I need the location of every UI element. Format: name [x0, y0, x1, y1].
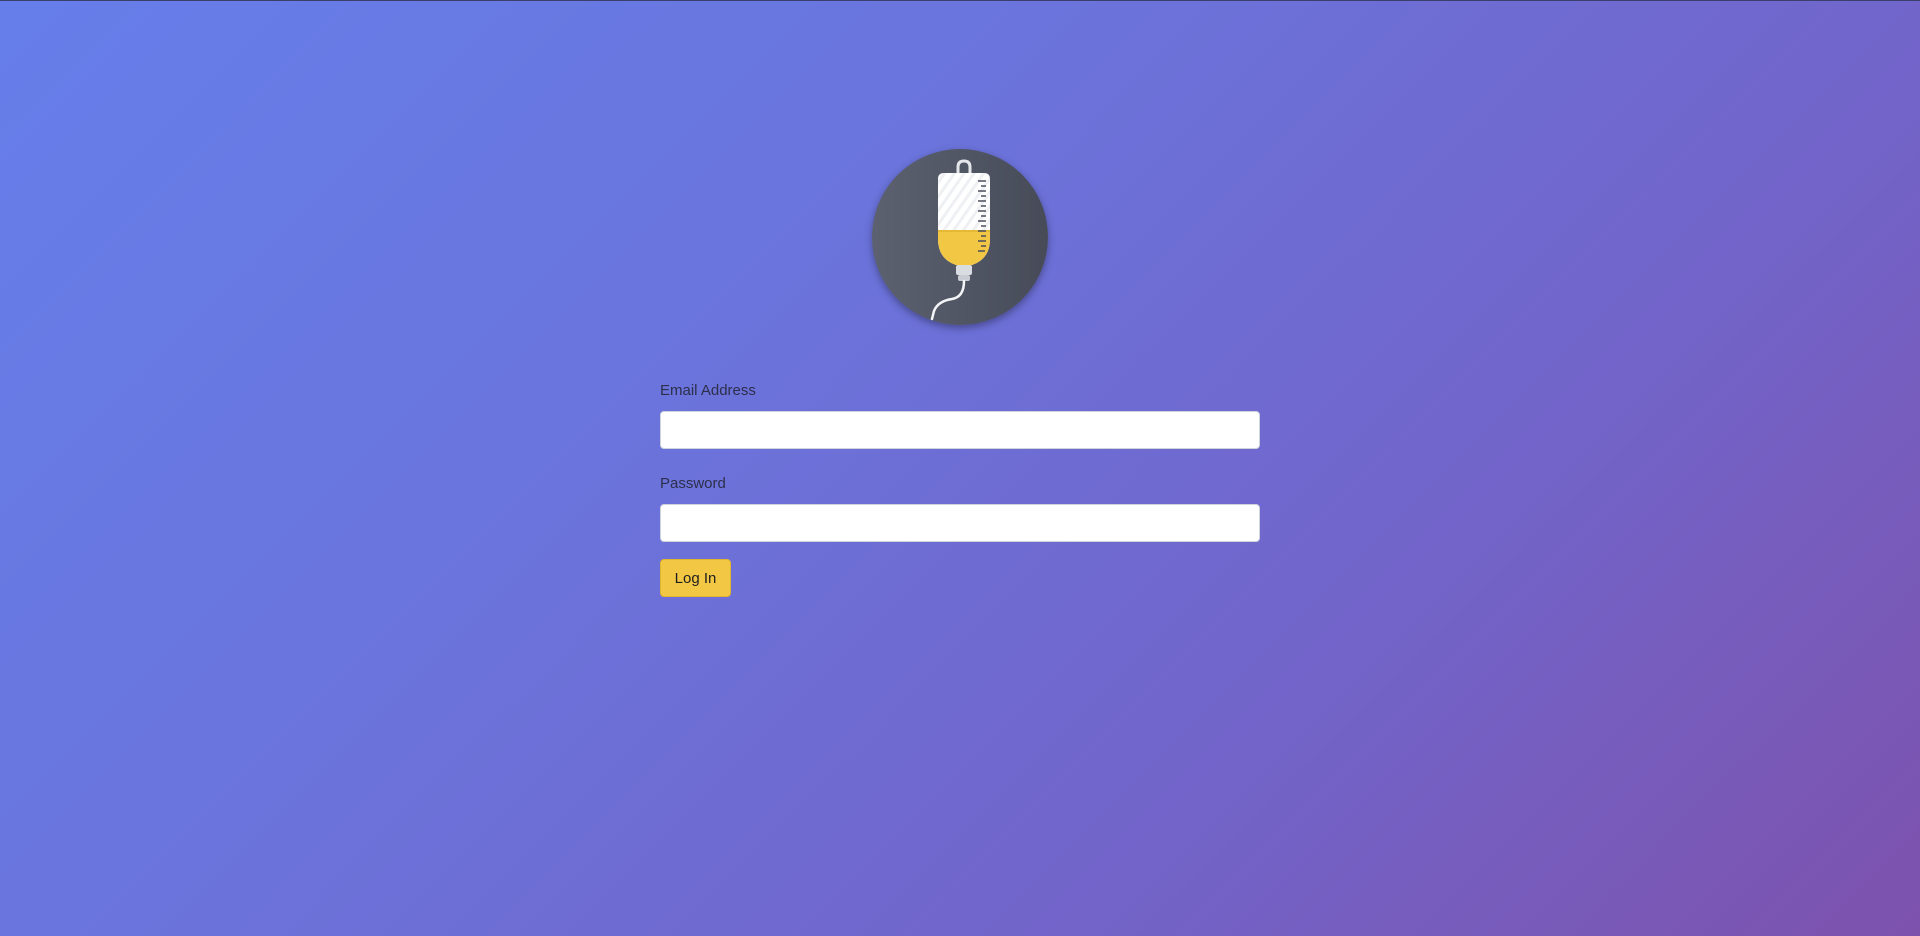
password-field[interactable]: [660, 504, 1260, 542]
password-group: Password: [660, 473, 1260, 542]
email-field[interactable]: [660, 411, 1260, 449]
email-group: Email Address: [660, 380, 1260, 449]
iv-drip-bag-icon: [930, 159, 990, 321]
top-border: [0, 0, 1920, 1]
login-form: Email Address Password Log In: [660, 380, 1260, 597]
password-label: Password: [660, 475, 726, 492]
login-button[interactable]: Log In: [660, 559, 731, 597]
email-label: Email Address: [660, 382, 756, 399]
app-logo: [872, 149, 1048, 325]
